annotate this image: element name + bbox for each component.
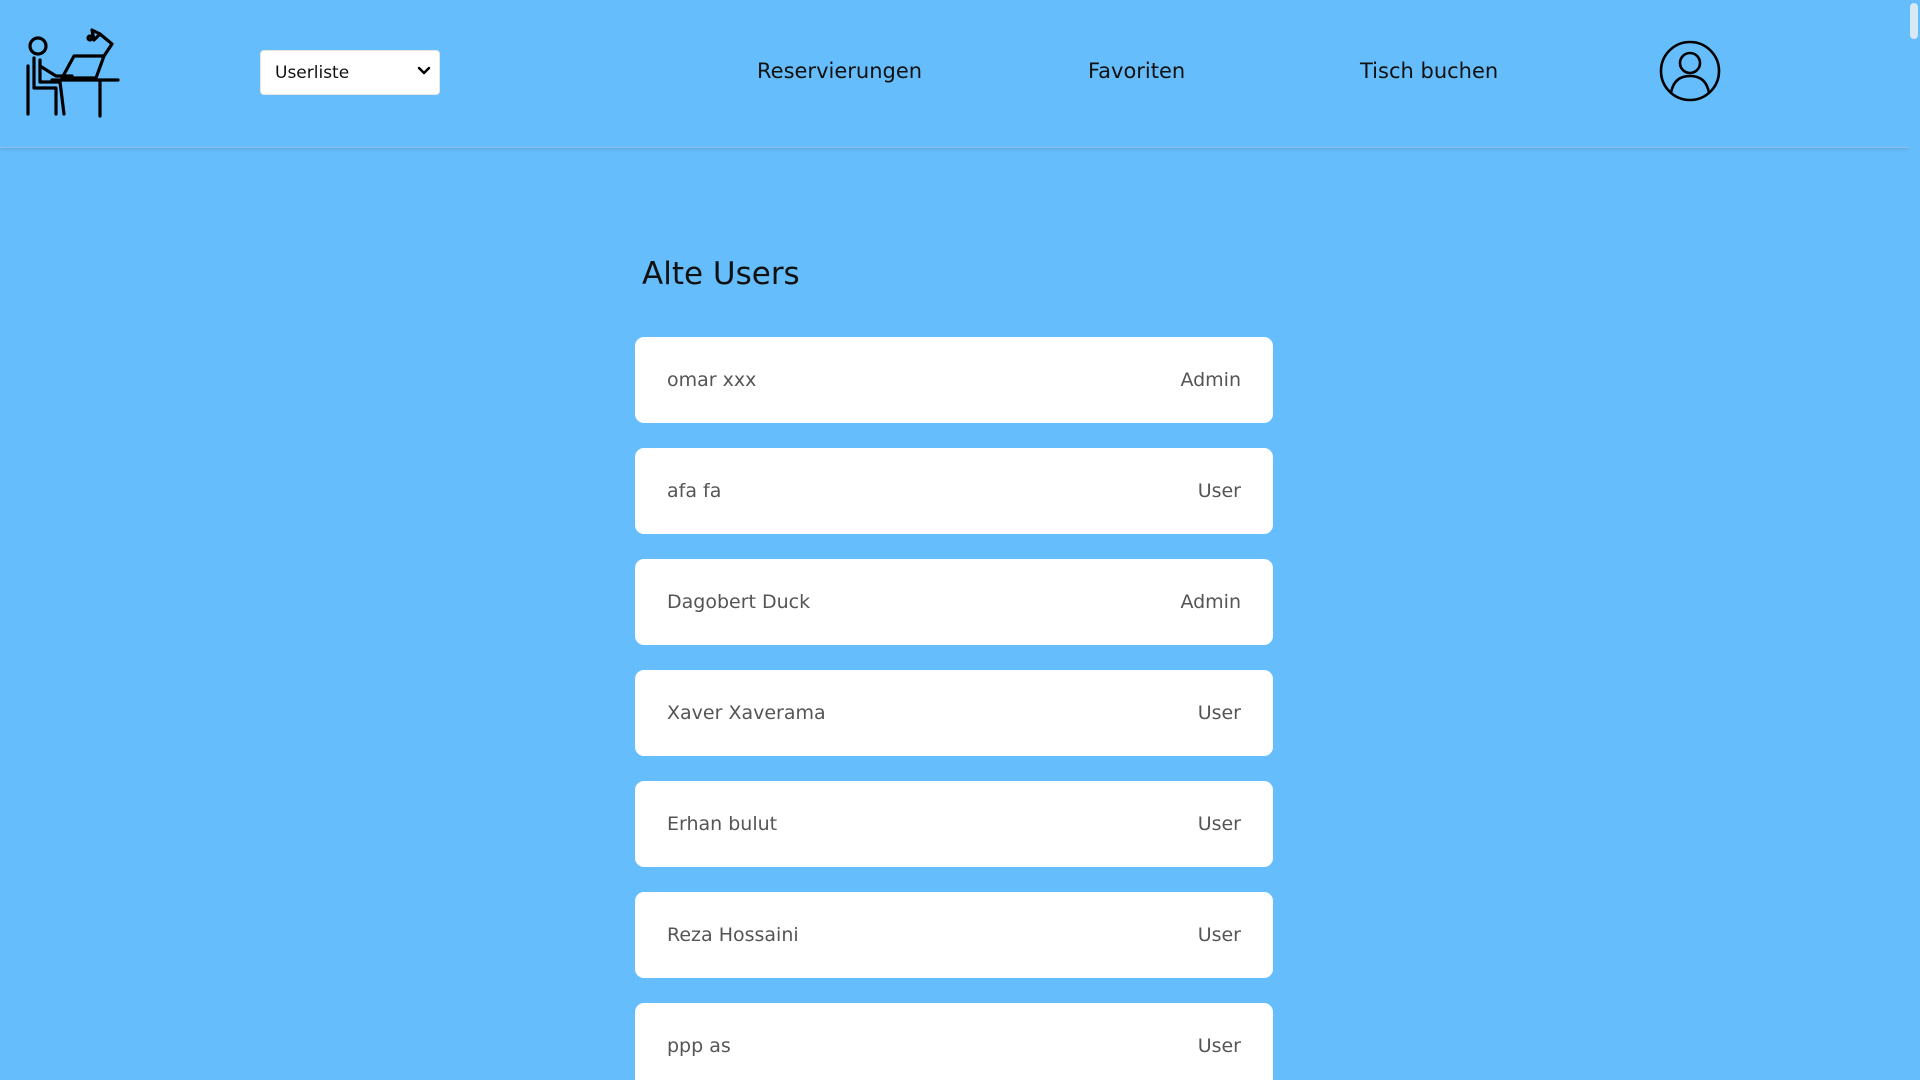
view-select[interactable]: Userliste	[260, 50, 440, 95]
nav-link-reservierungen[interactable]: Reservierungen	[757, 59, 922, 83]
user-role: User	[1197, 924, 1241, 946]
user-role: Admin	[1180, 591, 1241, 613]
user-name: Erhan bulut	[667, 813, 778, 835]
user-role: User	[1197, 480, 1241, 502]
user-list-item[interactable]: afa fa User	[635, 448, 1273, 534]
scrollbar-thumb[interactable]	[1910, 3, 1918, 39]
user-list-item[interactable]: Dagobert Duck Admin	[635, 559, 1273, 645]
user-list-item[interactable]: Xaver Xaverama User	[635, 670, 1273, 756]
user-role: Admin	[1180, 369, 1241, 391]
view-select-wrapper: Userliste	[260, 50, 440, 95]
nav-link-tisch-buchen[interactable]: Tisch buchen	[1360, 59, 1498, 83]
page-title: Alte Users	[642, 256, 800, 292]
user-name: Xaver Xaverama	[667, 702, 826, 724]
nav-link-favoriten[interactable]: Favoriten	[1088, 59, 1185, 83]
user-list-item[interactable]: Reza Hossaini User	[635, 892, 1273, 978]
user-name: omar xxx	[667, 369, 757, 391]
user-list-item[interactable]: Erhan bulut User	[635, 781, 1273, 867]
user-list: omar xxx Admin afa fa User Dagobert Duck…	[635, 337, 1273, 1080]
user-list-item[interactable]: omar xxx Admin	[635, 337, 1273, 423]
user-role: User	[1197, 702, 1241, 724]
user-name: afa fa	[667, 480, 722, 502]
user-list-item[interactable]: ppp as User	[635, 1003, 1273, 1080]
user-role: User	[1197, 813, 1241, 835]
user-name: ppp as	[667, 1035, 731, 1057]
person-at-desk-icon[interactable]	[22, 26, 122, 122]
top-navbar: Userliste Reservierungen Favoriten Tisch…	[0, 0, 1908, 148]
user-profile-icon[interactable]	[1659, 40, 1721, 102]
page-scrollbar[interactable]	[1908, 0, 1920, 1080]
user-name: Reza Hossaini	[667, 924, 799, 946]
user-role: User	[1197, 1035, 1241, 1057]
user-name: Dagobert Duck	[667, 591, 811, 613]
